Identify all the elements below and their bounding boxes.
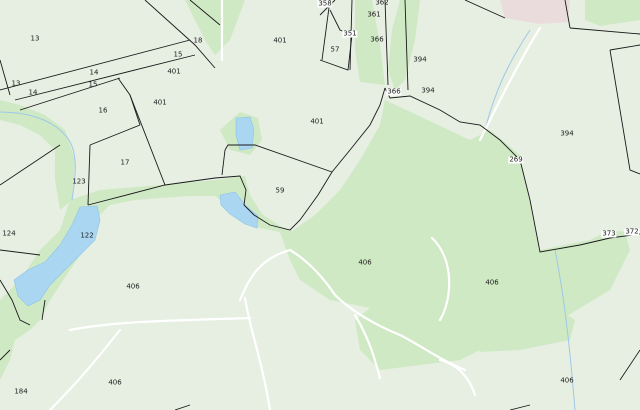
parcel-label: 15 (88, 80, 98, 89)
parcel-label: 401 (167, 67, 181, 76)
parcel-label: 366 (370, 35, 384, 44)
parcel-label: 124 (2, 229, 16, 238)
parcel-label: 59 (275, 186, 285, 195)
parcel-label: 394 (413, 55, 427, 64)
parcel-label: 16 (98, 106, 108, 115)
parcel-label: 15 (173, 50, 183, 59)
parcel-label: 406 (560, 376, 574, 385)
parcel-label: 406 (126, 282, 140, 291)
parcel-label: 401 (153, 98, 167, 107)
parcel-label: 18 (193, 36, 203, 45)
parcel-label: 14 (89, 68, 99, 77)
parcel-label: 372 (624, 227, 640, 236)
parcel-label: 57 (330, 45, 340, 54)
parcel-label: 366 (386, 87, 402, 96)
parcel-label: 269 (508, 155, 524, 164)
parcel-label: 394 (421, 86, 435, 95)
parcel-label: 123 (72, 177, 86, 186)
parcel-label: 362 (375, 0, 389, 7)
parcel-label: 406 (108, 378, 122, 387)
parcel-label: 13 (30, 34, 40, 43)
parcel-label: 13 (11, 79, 21, 88)
parcel-label: 373 (601, 229, 617, 238)
map-canvas (0, 0, 640, 410)
parcel-label: 406 (485, 278, 499, 287)
parcel-label: 17 (120, 158, 130, 167)
parcel-label: 351 (342, 29, 358, 38)
parcel-label: 14 (28, 88, 38, 97)
parcel-label: 122 (80, 231, 94, 240)
parcel-label: 401 (273, 36, 287, 45)
parcel-label: 361 (367, 10, 381, 19)
parcel-label: 401 (310, 117, 324, 126)
parcel-label: 394 (560, 129, 574, 138)
cadastral-map[interactable]: 13 18 401 358 361 362 351 366 57 394 14 … (0, 0, 640, 410)
parcel-label: 184 (14, 387, 28, 396)
parcel-label: 358 (317, 0, 333, 8)
parcel-label: 406 (358, 258, 372, 267)
